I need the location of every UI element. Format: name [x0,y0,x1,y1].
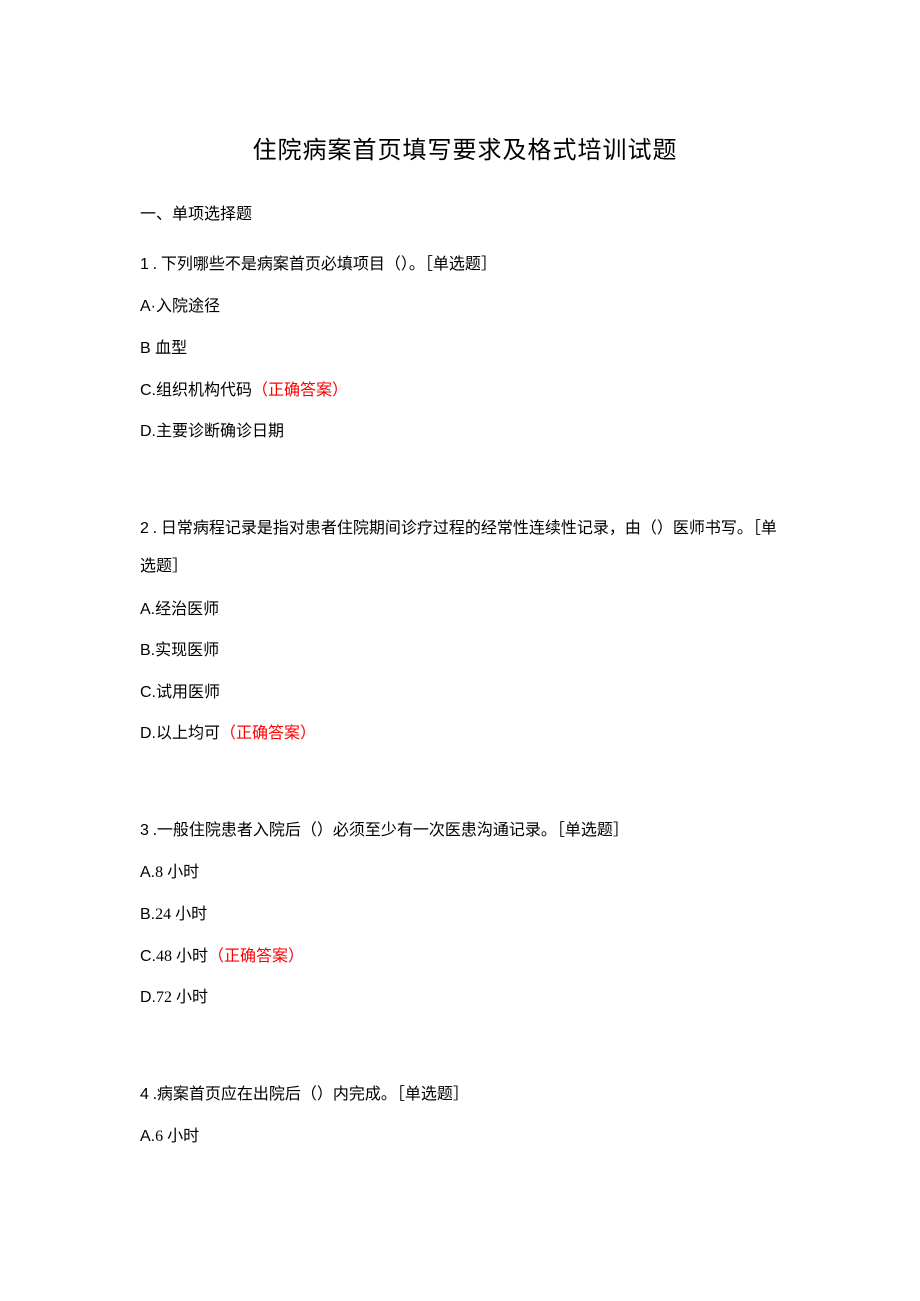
question-body: .一般住院患者入院后（）必须至少有一次医患沟通记录。［单选题］ [149,822,629,839]
question-block: 4 .病案首页应在出院后（）内完成。［单选题］ A.6 小时 [140,1076,790,1150]
option-text: 经治医师 [155,601,219,618]
option-text: 组织机构代码 [156,382,252,399]
option-label: D. [140,725,156,742]
question-block: 2 . 日常病程记录是指对患者住院期间诊疗过程的经常性连续性记录，由（）医师书写… [140,510,790,747]
option-text: 以上均可 [156,725,220,742]
option-item: B 血型 [140,336,790,362]
option-text: 8 小时 [155,864,199,881]
option-item: A.经治医师 [140,597,790,623]
option-label: D. [140,989,156,1006]
correct-answer-marker: （正确答案） [208,948,304,965]
option-item: C.试用医师 [140,680,790,706]
option-label: B. [140,642,155,659]
question-body: .病案首页应在出院后（）内完成。［单选题］ [149,1086,469,1103]
question-text: 2 . 日常病程记录是指对患者住院期间诊疗过程的经常性连续性记录，由（）医师书写… [140,510,790,587]
correct-answer-marker: （正确答案） [252,382,348,399]
option-item: B.24 小时 [140,902,790,928]
option-text: 48 小时 [156,948,208,965]
option-label: C. [140,684,156,701]
question-block: 1 . 下列哪些不是病案首页必填项目（）。［单选题］ A·入院途径 B 血型 C.组织… [140,246,790,445]
option-item: C.组织机构代码（正确答案） [140,378,790,404]
question-number: 4 [140,1086,149,1103]
option-text: 实现医师 [155,642,219,659]
option-item: D.主要诊断确诊日期 [140,419,790,445]
option-label: C. [140,948,156,965]
section-header: 一、单项选择题 [140,200,790,224]
option-text: 24 小时 [155,906,207,923]
option-item: D.以上均可（正确答案） [140,721,790,747]
option-text: 72 小时 [156,989,208,1006]
question-number: 2 [140,520,149,537]
option-text: 6 小时 [155,1128,199,1145]
question-text: 1 . 下列哪些不是病案首页必填项目（）。［单选题］ [140,246,790,284]
document-title: 住院病案首页填写要求及格式培训试题 [140,130,790,165]
correct-answer-marker: （正确答案） [220,725,316,742]
option-label: A. [140,1128,155,1145]
questions-container: 1 . 下列哪些不是病案首页必填项目（）。［单选题］A·入院途径B 血型C.组织… [140,246,790,1150]
option-text: 试用医师 [156,684,220,701]
option-item: B.实现医师 [140,638,790,664]
option-text: 主要诊断确诊日期 [156,423,284,440]
option-text: 入院途径 [156,298,220,315]
option-item: A.8 小时 [140,860,790,886]
option-item: C.48 小时（正确答案） [140,944,790,970]
question-body: . 下列哪些不是病案首页必填项目（）。［单选题］ [149,256,497,273]
option-text: 血型 [155,340,187,357]
question-number: 3 [140,822,149,839]
option-item: D.72 小时 [140,985,790,1011]
question-block: 3 .一般住院患者入院后（）必须至少有一次医患沟通记录。［单选题］ A.8 小时 B… [140,812,790,1011]
question-text: 4 .病案首页应在出院后（）内完成。［单选题］ [140,1076,790,1114]
question-number: 1 [140,256,149,273]
option-label: A· [140,298,156,315]
option-label: C. [140,382,156,399]
option-item: A.6 小时 [140,1124,790,1150]
option-label: A. [140,601,155,618]
option-label: A. [140,864,155,881]
option-label: B [140,340,155,357]
question-body: . 日常病程记录是指对患者住院期间诊疗过程的经常性连续性记录，由（）医师书写。［… [140,520,777,575]
option-label: D. [140,423,156,440]
option-item: A·入院途径 [140,294,790,320]
question-text: 3 .一般住院患者入院后（）必须至少有一次医患沟通记录。［单选题］ [140,812,790,850]
option-label: B. [140,906,155,923]
